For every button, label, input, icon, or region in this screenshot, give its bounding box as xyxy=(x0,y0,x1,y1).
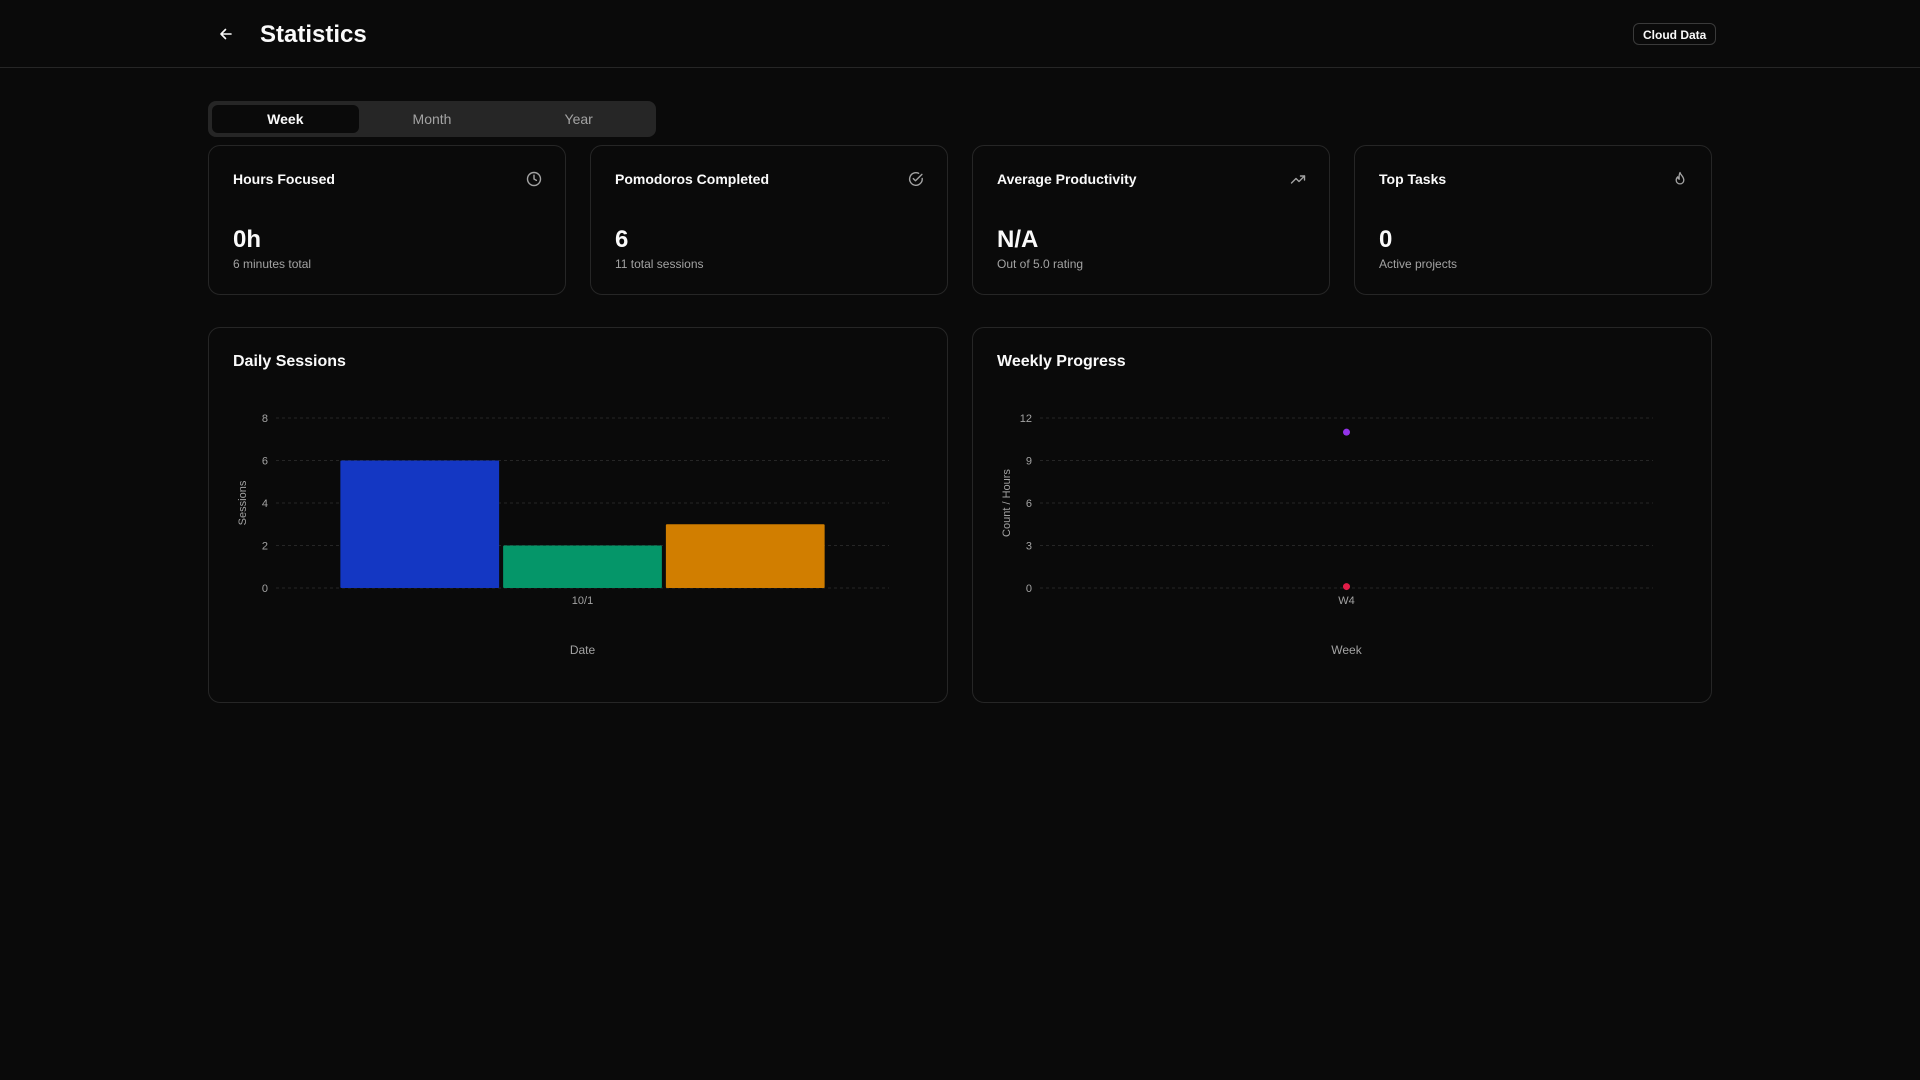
tab-year[interactable]: Year xyxy=(505,105,652,133)
check-circle-icon xyxy=(907,170,925,188)
y-tick-label: 12 xyxy=(1020,413,1032,425)
daily-sessions-card: Daily Sessions 0 2 4 6 8 Sessions Date 10/1 xyxy=(208,327,948,703)
stat-value: 0 xyxy=(1379,226,1393,253)
stat-title: Top Tasks xyxy=(1379,171,1447,187)
weekly-progress-chart: 0 3 6 9 12 Count / Hours Week W4 xyxy=(1001,413,1653,657)
top-bar: Statistics Cloud Data xyxy=(0,0,1920,68)
x-tick-label: W4 xyxy=(1338,595,1355,607)
y-tick-label: 2 xyxy=(262,541,268,553)
y-tick-label: 0 xyxy=(1026,583,1032,595)
y-tick-label: 6 xyxy=(1026,498,1032,510)
bar xyxy=(665,524,825,588)
y-tick-label: 8 xyxy=(262,413,268,425)
tab-week[interactable]: Week xyxy=(212,105,359,133)
data-point xyxy=(1343,583,1350,591)
y-tick-label: 4 xyxy=(262,498,268,510)
y-tick-label: 9 xyxy=(1026,456,1032,468)
period-tabs: Week Month Year xyxy=(208,101,656,137)
stat-card-top-tasks: Top Tasks 0 Active projects xyxy=(1354,145,1712,295)
tab-month[interactable]: Month xyxy=(359,105,506,133)
stat-subtitle: Out of 5.0 rating xyxy=(997,257,1084,271)
stat-title: Average Productivity xyxy=(997,171,1137,187)
x-axis-label: Date xyxy=(570,643,596,657)
stat-title: Pomodoros Completed xyxy=(615,171,770,187)
stat-value: 0h xyxy=(233,226,262,253)
flame-icon xyxy=(1671,170,1689,188)
page-title: Statistics xyxy=(260,21,367,48)
stat-card-average-productivity: Average Productivity N/A Out of 5.0 rati… xyxy=(972,145,1330,295)
clock-icon xyxy=(525,170,543,188)
y-tick-label: 0 xyxy=(262,583,268,595)
stat-card-hours-focused: Hours Focused 0h 6 minutes total xyxy=(208,145,566,295)
data-point xyxy=(1343,428,1350,436)
stat-subtitle: Active projects xyxy=(1379,257,1458,271)
y-tick-label: 6 xyxy=(262,456,268,468)
back-button[interactable] xyxy=(210,20,242,48)
stat-value: 6 xyxy=(615,226,629,253)
weekly-progress-card: Weekly Progress 0 3 6 9 12 Count / Hours Week W… xyxy=(972,327,1712,703)
y-axis-label: Count / Hours xyxy=(1001,469,1013,537)
y-axis-label: Sessions xyxy=(237,480,249,525)
stat-title: Hours Focused xyxy=(233,171,335,187)
x-axis-label: Week xyxy=(1331,643,1362,657)
cloud-data-button[interactable]: Cloud Data xyxy=(1633,23,1717,45)
stat-subtitle: 6 minutes total xyxy=(233,257,312,271)
bar xyxy=(503,545,662,588)
stat-card-pomodoros-completed: Pomodoros Completed 6 11 total sessions xyxy=(590,145,948,295)
arrow-left-icon xyxy=(220,28,232,40)
y-tick-label: 3 xyxy=(1026,541,1032,553)
stat-subtitle: 11 total sessions xyxy=(615,257,704,271)
daily-sessions-chart: 0 2 4 6 8 Sessions Date 10/1 xyxy=(237,413,889,657)
bar xyxy=(340,460,500,588)
stat-value: N/A xyxy=(997,226,1039,253)
trending-up-icon xyxy=(1289,170,1307,188)
x-tick-label: 10/1 xyxy=(572,595,593,607)
